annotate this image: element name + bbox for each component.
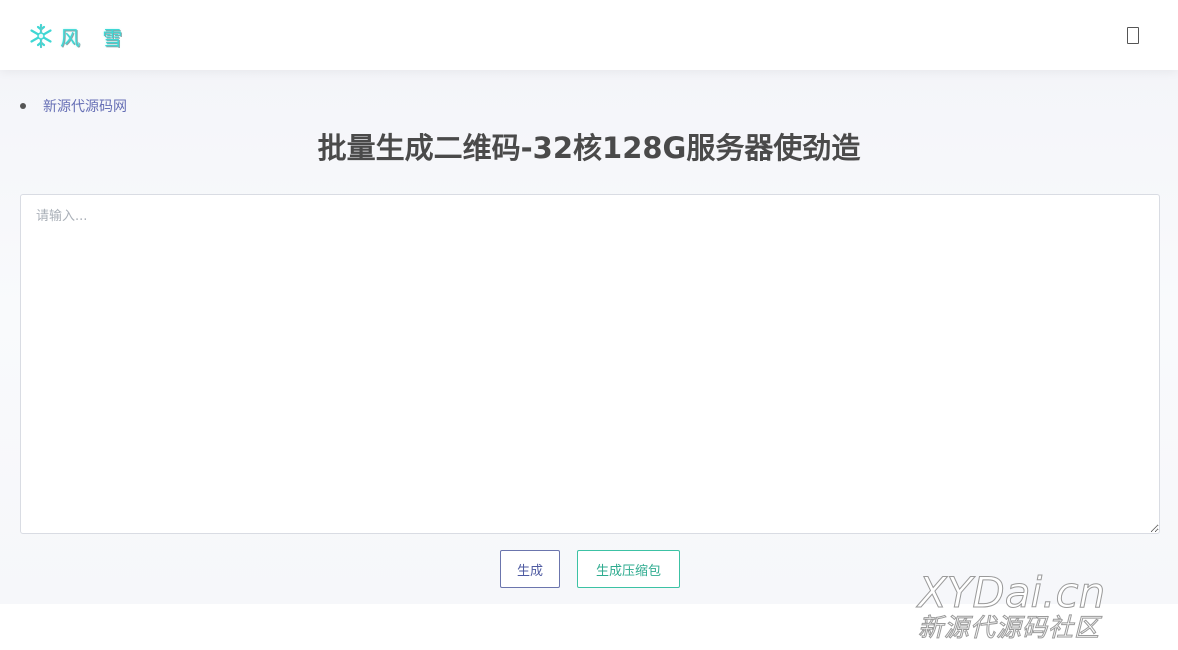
logo-text: 风 雪 — [60, 25, 131, 50]
snowflake-icon — [30, 23, 52, 49]
link-list: 新源代源码网 — [20, 96, 127, 116]
bullet-icon — [20, 103, 26, 109]
qr-content-textarea[interactable] — [20, 194, 1160, 534]
watermark-slogan: 新源代源码社区 — [918, 613, 1101, 642]
menu-toggle-icon[interactable] — [1127, 27, 1139, 44]
page-title: 批量生成二维码-32核128G服务器使劲造 — [317, 131, 861, 165]
generate-zip-button[interactable]: 生成压缩包 — [577, 550, 680, 588]
list-item: 新源代源码网 — [20, 96, 127, 116]
generate-button[interactable]: 生成 — [500, 550, 560, 588]
main-content: 新源代源码网 批量生成二维码-32核128G服务器使劲造 生成 生成压缩包 — [0, 70, 1178, 604]
top-header: 风 雪 — [0, 0, 1178, 70]
source-site-link[interactable]: 新源代源码网 — [43, 96, 127, 116]
site-logo[interactable]: 风 雪 — [28, 22, 130, 50]
